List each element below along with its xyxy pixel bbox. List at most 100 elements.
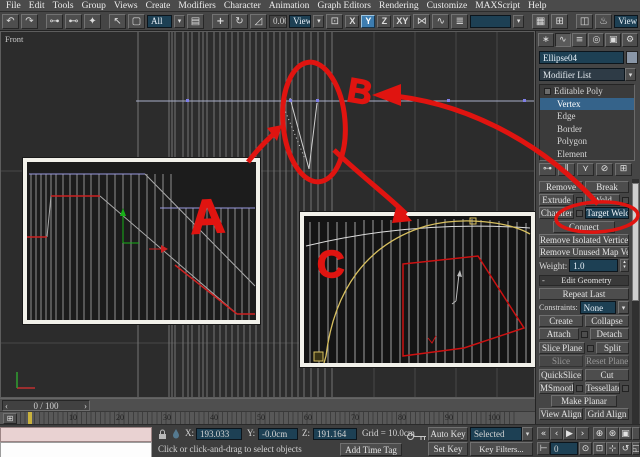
select-and-move-icon[interactable]: + <box>211 13 229 29</box>
layer-manager-icon[interactable]: ≣ <box>451 13 469 29</box>
make-unique-icon[interactable]: ⋎ <box>577 163 594 176</box>
set-key-button[interactable]: Set Key <box>428 442 468 456</box>
y-coordinate-field[interactable]: -0.0cm <box>258 428 298 440</box>
key-filter-arrow-icon[interactable]: ▾ <box>522 427 533 441</box>
slice-plane-button[interactable]: Slice Plane <box>539 342 586 354</box>
panel-scrollbar[interactable] <box>632 179 639 425</box>
absolute-mode-icon[interactable] <box>172 429 180 439</box>
z-coordinate-field[interactable]: 191.164 <box>313 428 357 440</box>
render-setup-icon[interactable]: ⊞ <box>551 13 569 29</box>
msmooth-button[interactable]: MSmooth <box>539 382 574 394</box>
menu-character[interactable]: Character <box>220 1 265 11</box>
selection-filter-arrow-icon[interactable]: ▾ <box>173 14 185 28</box>
object-color-swatch[interactable] <box>626 51 638 64</box>
zoom-region-icon[interactable]: ⊡ <box>593 442 606 455</box>
key-filter-dropdown[interactable]: Selected <box>470 427 522 441</box>
menu-help[interactable]: Help <box>524 1 550 11</box>
split-button[interactable]: Split <box>596 342 629 354</box>
next-frame-icon[interactable]: › <box>576 427 589 440</box>
maxscript-listener-bottom[interactable] <box>0 442 152 457</box>
grid-align-button[interactable]: Grid Align <box>585 408 629 420</box>
time-configuration-icon[interactable]: ⊙ <box>579 442 592 455</box>
menu-group[interactable]: Group <box>78 1 110 11</box>
collapse-button[interactable]: Collapse <box>585 315 629 327</box>
curve-editor-icon[interactable]: ∿ <box>432 13 450 29</box>
tessellate-button[interactable]: Tessellate <box>585 382 620 394</box>
repeat-last-button[interactable]: Repeat Last <box>539 288 629 300</box>
redo-icon[interactable]: ↷ <box>21 13 38 29</box>
select-and-link-icon[interactable]: ⊶ <box>46 13 63 29</box>
zoom-icon[interactable]: ⊕ <box>593 427 606 440</box>
track-bar[interactable]: ⊞ 10 20 30 40 50 60 70 80 90 100 <box>0 411 535 425</box>
break-button[interactable]: Break <box>585 181 629 193</box>
axis-xy-button[interactable]: XY <box>393 14 412 28</box>
modify-tab-icon[interactable]: ∿ <box>554 33 571 47</box>
time-slider-block[interactable]: ‹ 0 / 100 › <box>2 400 90 411</box>
previous-frame-icon[interactable]: ‹ <box>550 427 563 440</box>
frame-forward-arrow-icon[interactable]: › <box>84 401 87 411</box>
cut-button[interactable]: Cut <box>585 369 629 381</box>
min-max-toggle-icon[interactable]: ◱ <box>632 442 640 455</box>
selection-region-icon[interactable]: ▢ <box>128 13 145 29</box>
weight-spinner[interactable]: ▴ ▾ <box>620 259 629 272</box>
zoom-extents-icon[interactable]: ▣ <box>619 427 632 440</box>
show-end-result-icon[interactable]: ∥ <box>558 163 575 176</box>
chamfer-settings-button[interactable] <box>576 209 584 217</box>
key-filters-button[interactable]: Key Filters... <box>470 442 533 456</box>
select-by-name-icon[interactable]: ▤ <box>186 13 204 29</box>
menu-file[interactable]: File <box>2 1 25 11</box>
material-editor-icon[interactable]: ▦ <box>532 13 550 29</box>
remove-button[interactable]: Remove <box>539 181 583 193</box>
pin-stack-icon[interactable]: ⊶ <box>539 163 556 176</box>
utilities-tab-icon[interactable]: ⚙ <box>622 33 638 47</box>
tessellate-settings-button[interactable] <box>622 384 629 392</box>
attach-settings-button[interactable] <box>580 330 588 338</box>
display-tab-icon[interactable]: ▣ <box>605 33 622 47</box>
view-align-button[interactable]: View Align <box>539 408 583 420</box>
stack-item-editable-poly[interactable]: Editable Poly <box>540 85 634 98</box>
split-checkbox[interactable] <box>587 344 595 352</box>
snap-percent-value[interactable]: 0.00 <box>268 14 288 28</box>
key-mode-toggle-icon[interactable]: ⊢ <box>537 442 550 455</box>
pan-icon[interactable]: ⊹ <box>606 442 619 455</box>
modifier-bulb-icon[interactable] <box>544 87 551 95</box>
use-pivot-center-icon[interactable]: ⊡ <box>326 13 344 29</box>
menu-views[interactable]: Views <box>110 1 142 11</box>
extrude-button[interactable]: Extrude <box>539 194 574 206</box>
weight-field[interactable]: 1.0 <box>569 259 618 272</box>
zoom-extents-all-icon[interactable] <box>632 427 640 440</box>
select-and-scale-icon[interactable]: ◿ <box>249 13 267 29</box>
stack-item-border[interactable]: Border <box>540 123 634 136</box>
current-frame-field[interactable]: 0 <box>550 442 578 455</box>
modifier-list-arrow-icon[interactable]: ▾ <box>625 68 636 81</box>
menu-edit[interactable]: Edit <box>25 1 49 11</box>
play-icon[interactable]: ▶ <box>563 427 576 440</box>
axis-x-button[interactable]: X <box>345 14 360 28</box>
zoom-all-icon[interactable]: ⊛ <box>606 427 619 440</box>
x-coordinate-field[interactable]: 193.033 <box>196 428 242 440</box>
constraints-dropdown[interactable]: None <box>579 301 616 314</box>
modifier-list-dropdown[interactable]: Modifier List <box>539 68 625 81</box>
extrude-settings-button[interactable] <box>576 196 583 204</box>
panel-scrollbar-thumb[interactable] <box>632 183 639 301</box>
unlink-selection-icon[interactable]: ⊷ <box>65 13 82 29</box>
make-planar-button[interactable]: Make Planar <box>551 395 617 407</box>
chamfer-button[interactable]: Chamfer <box>539 207 575 219</box>
add-time-tag-button[interactable]: Add Time Tag <box>340 443 402 456</box>
motion-tab-icon[interactable]: ◎ <box>588 33 605 47</box>
viewport-front[interactable]: Front <box>0 31 535 398</box>
object-name-field[interactable]: Ellipse04 <box>539 51 624 64</box>
render-view-dropdown[interactable]: View <box>614 14 638 28</box>
weld-settings-button[interactable] <box>622 196 629 204</box>
menu-modifiers[interactable]: Modifiers <box>174 1 219 11</box>
menu-animation[interactable]: Animation <box>265 1 314 11</box>
undo-icon[interactable]: ↶ <box>2 13 19 29</box>
select-and-rotate-icon[interactable]: ↻ <box>230 13 248 29</box>
bind-to-space-warp-icon[interactable]: ✦ <box>84 13 101 29</box>
selection-filter-dropdown[interactable]: All <box>147 14 172 28</box>
quickslice-button[interactable]: QuickSlice <box>539 369 583 381</box>
frame-back-arrow-icon[interactable]: ‹ <box>5 401 8 411</box>
menu-tools[interactable]: Tools <box>49 1 78 11</box>
stack-item-element[interactable]: Element <box>540 148 634 161</box>
reference-coordinate-dropdown[interactable]: View <box>289 14 312 28</box>
